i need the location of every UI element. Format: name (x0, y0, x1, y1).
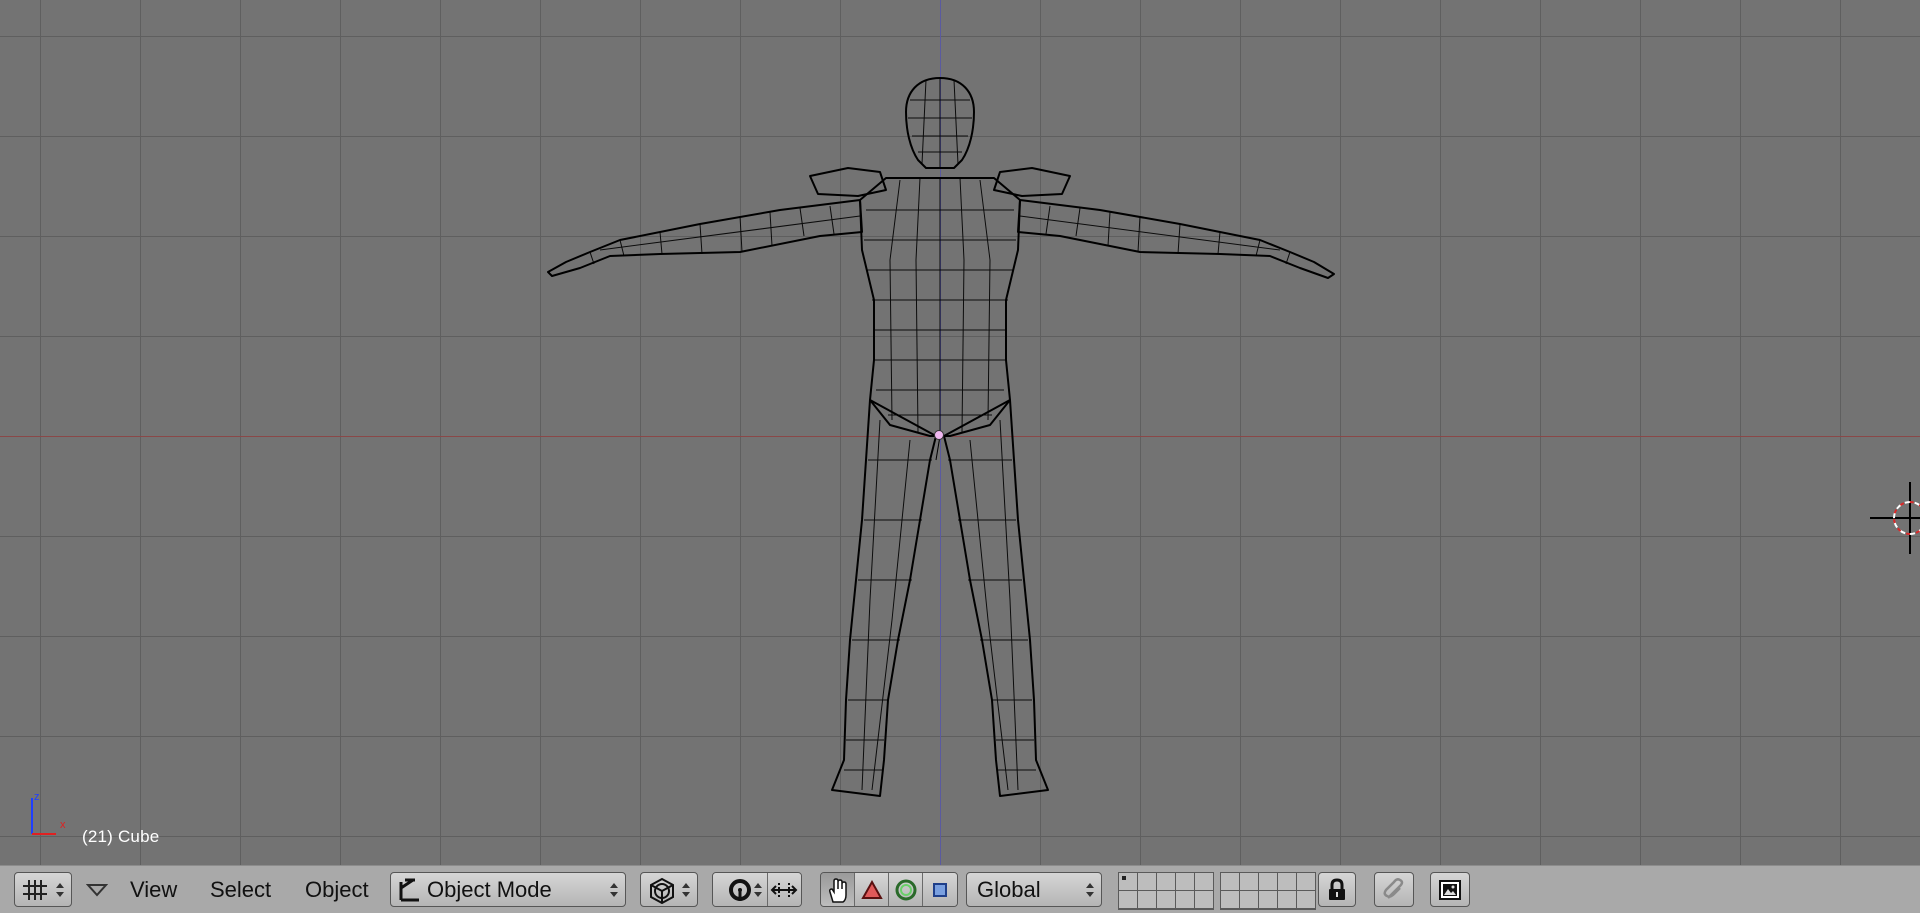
up-down-arrows-icon (753, 883, 762, 897)
mesh-right-shoulder (993, 167, 1071, 197)
align-button[interactable] (767, 873, 801, 906)
layer-2[interactable] (1138, 873, 1156, 890)
z-axis-label: z (34, 791, 40, 803)
manipulator-toggle-button[interactable] (821, 873, 855, 906)
lock-layers-button[interactable] (1318, 872, 1356, 907)
layer-6[interactable] (1221, 873, 1239, 890)
layer-15[interactable] (1195, 891, 1213, 908)
render-button[interactable] (1430, 872, 1470, 907)
pivot-button[interactable] (713, 873, 768, 906)
wireframe-cube-icon (650, 877, 674, 904)
layer-8[interactable] (1259, 873, 1277, 890)
view-axes-gizmo: z x (31, 791, 66, 835)
circle-icon (895, 879, 916, 900)
grid-icon (23, 879, 47, 900)
square-icon (933, 882, 947, 897)
lock-icon (1329, 877, 1345, 900)
orientation-label: Global (977, 876, 1041, 902)
mode-selector[interactable]: Object Mode (390, 872, 626, 907)
layers-group-1[interactable] (1118, 872, 1214, 910)
pivot-group (712, 872, 802, 907)
render-icon (1439, 879, 1461, 900)
object-origin-dot[interactable] (934, 430, 944, 440)
pivot-icon (728, 878, 751, 901)
layer-12[interactable] (1138, 891, 1156, 908)
viewport-header: View Select Object Object Mode Global (0, 865, 1920, 913)
menu-object[interactable]: Object (305, 874, 369, 906)
up-down-arrows-icon (610, 883, 618, 897)
layer-13[interactable] (1157, 891, 1175, 908)
mesh-right-leg (943, 399, 1049, 797)
layer-4[interactable] (1176, 873, 1194, 890)
up-down-arrows-icon (1086, 883, 1094, 897)
snap-button[interactable] (1374, 872, 1414, 907)
human-wireframe-mesh[interactable] (0, 0, 1920, 865)
translate-manipulator-button[interactable] (855, 873, 889, 906)
layer-19[interactable] (1278, 891, 1296, 908)
x-axis-label: x (60, 819, 66, 831)
menu-view[interactable]: View (130, 874, 177, 906)
triangle-icon (860, 879, 883, 899)
blender-window: z x (21) Cube View Select Object Object … (0, 0, 1920, 913)
layer-1[interactable] (1119, 873, 1137, 890)
rotate-manipulator-button[interactable] (889, 873, 923, 906)
draw-type-button[interactable] (640, 872, 698, 907)
up-down-arrows-icon (56, 883, 64, 897)
mesh-right-arm (1017, 199, 1335, 279)
mode-selector-label: Object Mode (427, 876, 552, 902)
align-arrows-icon (770, 882, 798, 897)
mesh-left-shoulder (809, 167, 887, 197)
mesh-left-leg (831, 399, 937, 797)
layer-16[interactable] (1221, 891, 1239, 908)
up-down-arrows-icon (682, 883, 690, 897)
layer-18[interactable] (1259, 891, 1277, 908)
menu-select[interactable]: Select (210, 874, 271, 906)
snap-icon (1383, 877, 1404, 899)
window-type-button[interactable] (14, 872, 72, 907)
layer-9[interactable] (1278, 873, 1296, 890)
layer-10[interactable] (1297, 873, 1315, 890)
layer-20[interactable] (1297, 891, 1315, 908)
layer-3[interactable] (1157, 873, 1175, 890)
orientation-selector[interactable]: Global (966, 872, 1102, 907)
layer-11[interactable] (1119, 891, 1137, 908)
3d-viewport[interactable]: z x (21) Cube (0, 0, 1920, 865)
transform-manipulator-group (820, 872, 958, 907)
object-info-label: (21) Cube (82, 827, 160, 846)
layer-7[interactable] (1240, 873, 1258, 890)
scale-manipulator-button[interactable] (923, 873, 957, 906)
layer-14[interactable] (1176, 891, 1194, 908)
layers-group-2[interactable] (1220, 872, 1316, 910)
3d-cursor-icon[interactable] (1870, 482, 1920, 554)
object-mode-icon (399, 878, 419, 901)
menu-collapse-triangle-icon[interactable] (86, 883, 108, 897)
hand-icon (828, 877, 847, 903)
layer-5[interactable] (1195, 873, 1213, 890)
layer-17[interactable] (1240, 891, 1258, 908)
mesh-left-arm (547, 199, 863, 277)
